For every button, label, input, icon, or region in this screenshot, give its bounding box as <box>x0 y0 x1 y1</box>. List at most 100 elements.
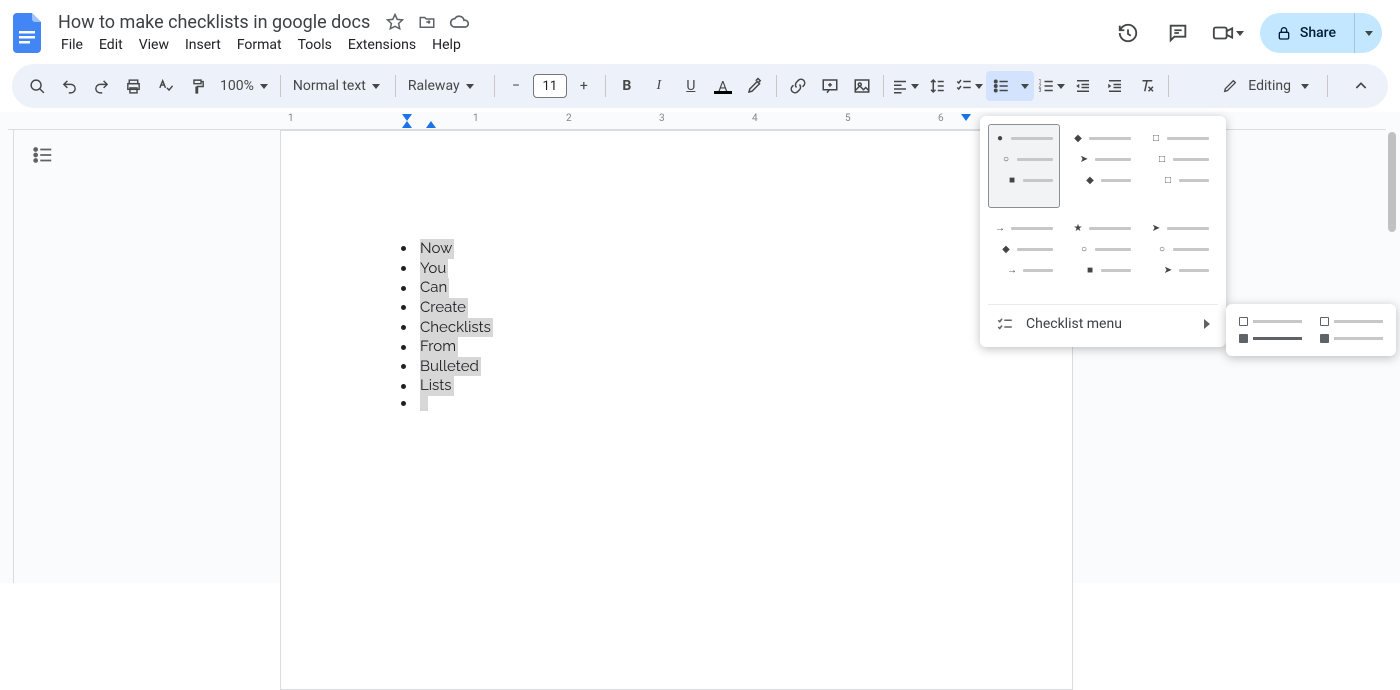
separator <box>1168 75 1169 97</box>
list-item[interactable]: Can <box>401 278 952 298</box>
text-color-button[interactable]: A <box>708 71 738 101</box>
comments-icon[interactable] <box>1160 15 1196 51</box>
increase-indent-button[interactable] <box>1100 71 1130 101</box>
chevron-down-icon <box>1236 31 1244 36</box>
insert-image-button[interactable] <box>847 71 877 101</box>
bulleted-list-button[interactable] <box>986 71 1034 101</box>
paint-format-button[interactable] <box>182 71 212 101</box>
ruler-tick: 6 <box>938 113 944 124</box>
checklist-style-option[interactable] <box>1234 312 1307 348</box>
glyph: ◆ <box>1085 175 1095 186</box>
list-item[interactable]: Lists <box>401 376 952 396</box>
menu-file[interactable]: File <box>54 33 90 57</box>
zoom-select[interactable]: 100% <box>214 71 274 101</box>
text-color-swatch <box>714 91 732 94</box>
cloud-saved-icon[interactable] <box>448 11 470 33</box>
decrease-indent-button[interactable] <box>1068 71 1098 101</box>
list-item-text: Create <box>420 298 468 318</box>
menu-insert[interactable]: Insert <box>178 33 228 57</box>
separator <box>494 75 495 97</box>
font-size-input[interactable]: 11 <box>533 74 567 98</box>
right-indent-marker[interactable] <box>961 114 971 121</box>
menu-format[interactable]: Format <box>230 33 289 57</box>
list-style-option[interactable]: ★ ○ ■ <box>1066 214 1138 298</box>
glyph: ■ <box>1085 265 1095 276</box>
menu-help[interactable]: Help <box>425 33 468 57</box>
glyph: ■ <box>1007 175 1017 186</box>
vertical-scrollbar[interactable] <box>1388 132 1396 232</box>
mode-select[interactable]: Editing <box>1210 71 1321 101</box>
hanging-indent-marker[interactable] <box>402 121 412 128</box>
insert-comment-button[interactable] <box>815 71 845 101</box>
line-spacing-button[interactable] <box>922 71 952 101</box>
decrease-font-size-button[interactable]: − <box>501 71 531 101</box>
checkbox-checked-icon <box>1320 334 1329 343</box>
list-style-option[interactable]: □ □ □ <box>1144 124 1216 208</box>
increase-font-size-button[interactable]: + <box>569 71 599 101</box>
document-page[interactable]: Now You Can Create Checklists From Bulle… <box>280 130 1073 690</box>
workspace: 1 1 2 3 4 5 6 Now You Can Create Checkli… <box>0 112 1400 583</box>
menu-tools[interactable]: Tools <box>291 33 339 57</box>
list-style-option[interactable]: ◆ ➤ ◆ <box>1066 124 1138 208</box>
chevron-down-icon <box>1021 84 1029 89</box>
list-item[interactable]: Checklists <box>401 318 952 338</box>
ruler-tick: 3 <box>659 113 665 124</box>
list-item[interactable]: Now <box>401 239 952 259</box>
list-item[interactable]: From <box>401 337 952 357</box>
list-style-option[interactable]: ● ○ ■ <box>988 124 1060 208</box>
vertical-ruler[interactable] <box>0 130 14 583</box>
checklist-menu-item[interactable]: Checklist menu <box>988 304 1218 339</box>
left-indent-marker[interactable] <box>426 121 436 128</box>
redo-button[interactable] <box>86 71 116 101</box>
clear-formatting-button[interactable] <box>1132 71 1162 101</box>
print-button[interactable] <box>118 71 148 101</box>
chevron-down-icon <box>260 84 268 89</box>
separator <box>1327 75 1328 97</box>
first-line-indent-marker[interactable] <box>402 114 412 121</box>
bulleted-list-content: Now You Can Create Checklists From Bulle… <box>401 239 952 411</box>
collapse-toolbar-button[interactable] <box>1344 69 1378 103</box>
checklist-button[interactable] <box>954 71 984 101</box>
video-call-icon[interactable] <box>1210 15 1246 51</box>
list-item-text: Checklists <box>420 318 493 338</box>
list-style-option[interactable]: ➤ ○ ➤ <box>1144 214 1216 298</box>
insert-link-button[interactable] <box>783 71 813 101</box>
font-family-select[interactable]: Raleway <box>402 71 488 101</box>
star-icon[interactable] <box>384 11 406 33</box>
align-button[interactable] <box>890 71 920 101</box>
spellcheck-button[interactable] <box>150 71 180 101</box>
list-item[interactable]: Create <box>401 298 952 318</box>
numbered-list-button[interactable]: 123 <box>1036 71 1066 101</box>
share-button[interactable]: Share <box>1260 13 1354 53</box>
undo-button[interactable] <box>54 71 84 101</box>
list-style-option[interactable]: → ◆ → <box>988 214 1060 298</box>
ruler-tick: 1 <box>473 113 479 124</box>
italic-button[interactable]: I <box>644 71 674 101</box>
checklist-style-option[interactable] <box>1315 312 1388 348</box>
bullet-icon <box>401 384 406 389</box>
underline-button[interactable]: U <box>676 71 706 101</box>
bullet-icon <box>401 266 406 271</box>
list-item[interactable]: You <box>401 259 952 279</box>
bold-button[interactable]: B <box>612 71 642 101</box>
document-title[interactable]: How to make checklists in google docs <box>54 10 374 35</box>
search-menus-button[interactable] <box>22 71 52 101</box>
docs-logo[interactable] <box>10 15 46 51</box>
menu-extensions[interactable]: Extensions <box>341 33 423 57</box>
paragraph-style-select[interactable]: Normal text <box>287 71 389 101</box>
list-item[interactable] <box>401 396 952 411</box>
share-dropdown-button[interactable] <box>1354 13 1382 53</box>
checkbox-icon <box>1239 317 1248 326</box>
glyph: ➤ <box>1151 223 1161 234</box>
document-outline-button[interactable] <box>32 144 54 166</box>
list-item-text: From <box>420 337 458 357</box>
history-icon[interactable] <box>1110 15 1146 51</box>
menu-view[interactable]: View <box>132 33 176 57</box>
menu-edit[interactable]: Edit <box>92 33 130 57</box>
highlight-color-button[interactable] <box>740 71 770 101</box>
chevron-down-icon <box>1301 84 1309 89</box>
separator <box>883 75 884 97</box>
list-item[interactable]: Bulleted <box>401 357 952 377</box>
bulleted-list-dropdown[interactable] <box>1016 71 1034 101</box>
move-to-folder-icon[interactable] <box>416 11 438 33</box>
